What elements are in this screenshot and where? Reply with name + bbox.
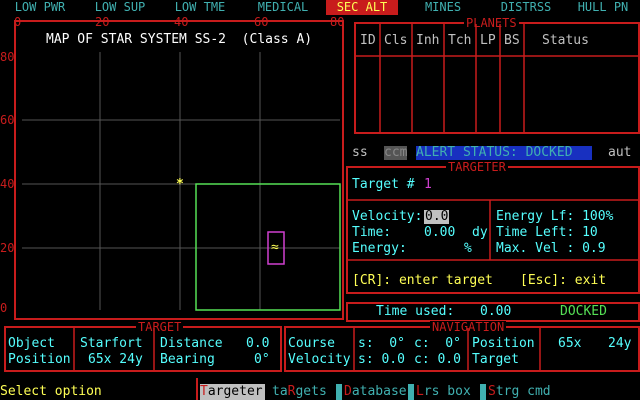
nav-velocity-label: Velocity — [288, 352, 351, 367]
planets-col-status: Status — [542, 33, 589, 48]
nav-velocity-s: s: 0.0 — [358, 352, 405, 367]
time-value: 0.00 — [424, 225, 456, 240]
nav-velocity-c: c: 0.0 — [414, 352, 461, 367]
menu-strg-label: trg cmd — [495, 384, 551, 399]
target-distance-label: Distance — [160, 336, 223, 351]
nav-course-s: s: 0° — [358, 336, 405, 351]
menu-database-hotkey: D — [344, 384, 352, 399]
planets-col-class: Cls — [384, 33, 408, 48]
alert-status-banner: ALERT STATUS: DOCKED — [416, 146, 592, 160]
target-distance-value: 0.0 — [246, 336, 270, 351]
velocity-input[interactable]: 0.0 — [424, 210, 450, 224]
ship-marker[interactable]: * — [176, 178, 184, 192]
planets-col-tech: Tch — [448, 33, 472, 48]
menu-targets-label: gets — [295, 384, 327, 399]
menu-strg-cmd[interactable]: Strg cmd — [488, 384, 551, 400]
nav-position-y: 24y — [608, 336, 632, 351]
menu-sep-2 — [408, 384, 414, 400]
nav-course-label: Course — [288, 336, 335, 351]
menu-lrs-hotkey: L — [416, 384, 424, 399]
menu-targets[interactable]: taRgets — [272, 384, 327, 400]
target-bearing-value: 0° — [254, 352, 270, 367]
velocity-label: Velocity: — [352, 209, 423, 224]
menu-targets-prefix: ta — [272, 384, 288, 399]
target-object-value: Starfort — [80, 336, 143, 351]
starfort-icon[interactable]: ≈ — [271, 241, 279, 255]
status-distress: DISTRSS — [500, 0, 552, 14]
time-left: Time Left: 10 — [496, 225, 598, 240]
target-position-label: Position — [8, 352, 71, 367]
menu-sep-3 — [480, 384, 486, 400]
planets-col-id: ID — [360, 33, 376, 48]
planets-col-lp: LP — [480, 33, 496, 48]
status-mines: MINES — [424, 0, 462, 14]
target-number-label: Target # — [352, 177, 415, 192]
menu-lrs-box[interactable]: Lrs box — [416, 384, 471, 400]
nav-position-x: 65x — [558, 336, 582, 351]
menu-sep-1 — [336, 384, 342, 400]
energy-unit: % — [464, 241, 472, 256]
nav-course-c: c: 0° — [414, 336, 461, 351]
nav-target-label: Target — [472, 352, 519, 367]
target-number-value[interactable]: 1 — [424, 178, 432, 192]
menu-strg-hotkey: S — [488, 384, 496, 399]
menu-database-label: atabase — [351, 384, 407, 399]
energy-label: Energy: — [352, 241, 407, 256]
max-velocity: Max. Vel : 0.9 — [496, 241, 606, 256]
target-position-value: 65x 24y — [88, 352, 143, 367]
map-grid — [22, 52, 341, 311]
time-used-value: 0.00 — [480, 304, 512, 319]
time-label: Time: — [352, 225, 392, 240]
docked-status: DOCKED — [560, 304, 607, 319]
menu-targeter[interactable]: Targeter — [200, 384, 265, 400]
menu-targeter-label: argeter — [207, 384, 263, 399]
planets-col-bs: BS — [504, 33, 520, 48]
aut-indicator: aut — [608, 145, 632, 160]
ccm-indicator: ccm — [384, 145, 408, 160]
ss-indicator: ss — [352, 145, 368, 160]
menu-database[interactable]: Database — [344, 384, 407, 400]
target-object-label: Object — [8, 336, 55, 351]
menu-targeter-hotkey: T — [200, 384, 208, 399]
nav-position-label: Position — [472, 336, 535, 351]
planets-col-inhabited: Inh — [416, 33, 440, 48]
menu-divider — [196, 378, 198, 400]
exit-hint: [Esc]: exit — [520, 273, 607, 288]
select-option-prompt: Select option — [0, 384, 102, 399]
time-unit: dy — [472, 225, 488, 240]
enter-target-hint: [CR]: enter target — [352, 273, 493, 288]
time-used-label: Time used: — [376, 304, 455, 319]
target-bearing-label: Bearing — [160, 352, 215, 367]
menu-lrs-label: rs box — [423, 384, 471, 399]
status-hull-penetration: HULL PN — [577, 0, 629, 14]
energy-left: Energy Lf: 100% — [496, 209, 614, 224]
